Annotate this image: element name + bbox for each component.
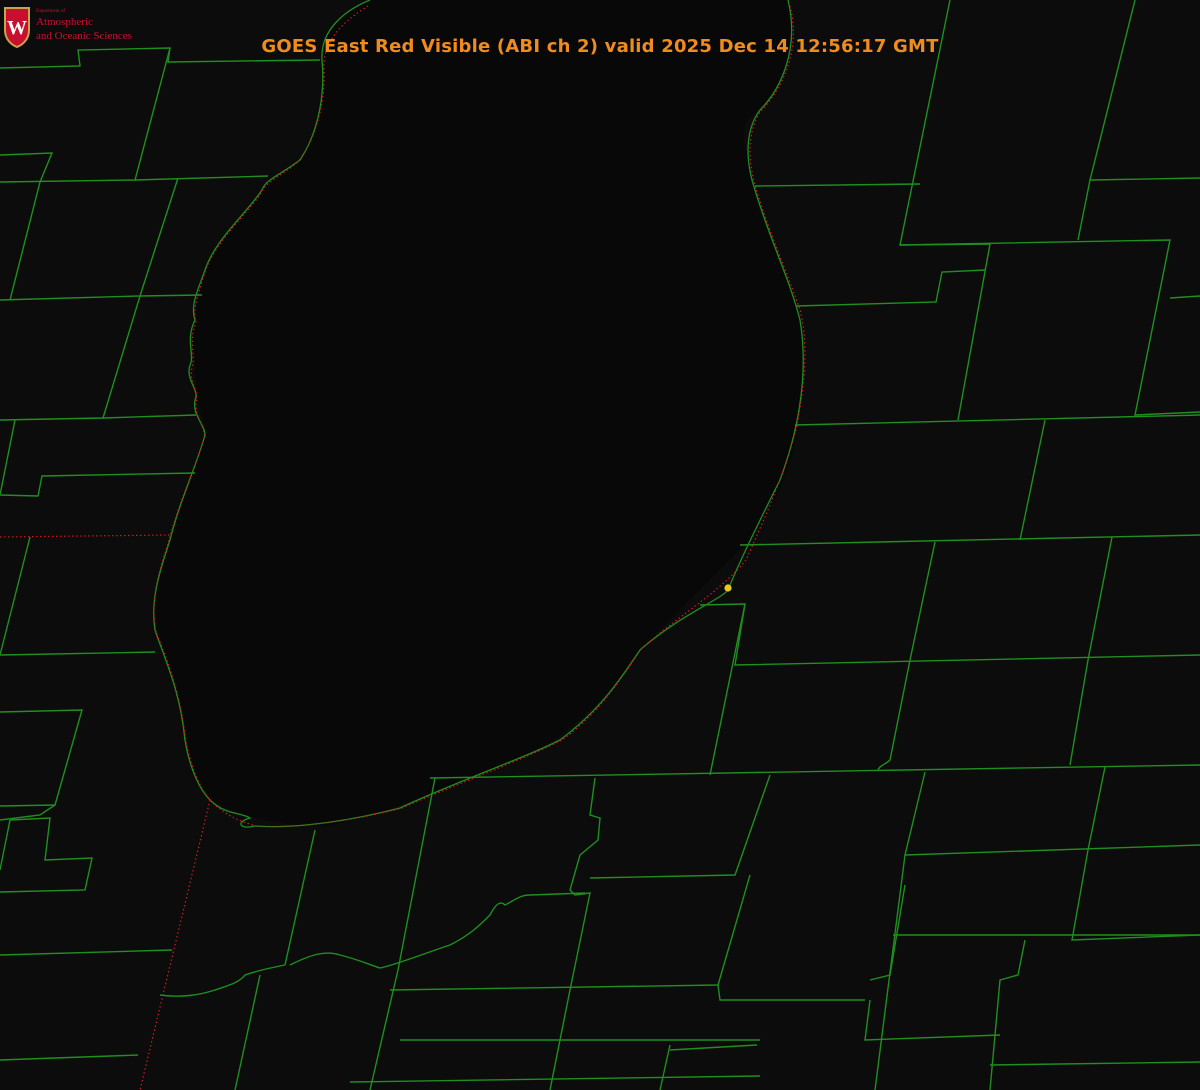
logo-department-line: Department of [36, 9, 66, 14]
logo-name-line1: Atmospheric [36, 16, 93, 28]
state-border-west [0, 534, 171, 538]
state-border-south [139, 799, 211, 1090]
station-marker [724, 584, 732, 592]
image-title: GOES East Red Visible (ABI ch 2) valid 2… [261, 36, 939, 57]
satellite-map [0, 0, 1200, 1090]
lake-surface [153, 0, 804, 827]
